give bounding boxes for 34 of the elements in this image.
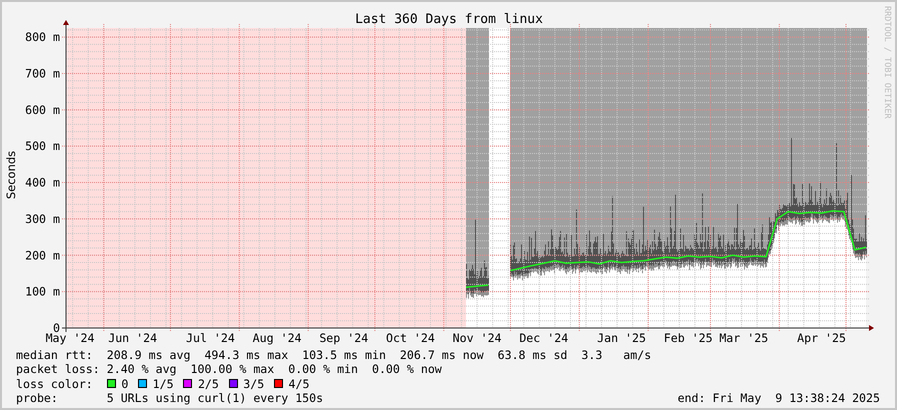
y-tick-label: 800 m <box>25 30 60 44</box>
legend-label: probe: <box>16 391 59 406</box>
legend-value: 1/5 <box>152 376 174 392</box>
legend-value: 0 <box>121 376 128 392</box>
x-tick-label: Aug '24 <box>252 331 302 345</box>
legend-label: loss color: <box>16 376 94 392</box>
legend-label: median rtt: <box>16 348 94 362</box>
legend-value: 3/5 <box>243 376 264 392</box>
legend-label: packet loss: <box>16 362 101 377</box>
x-tick-label: Apr '25 <box>797 331 846 345</box>
y-tick-label: 300 m <box>25 212 60 226</box>
chart-title: Last 360 Days from linux <box>355 12 543 27</box>
y-tick-label: 400 m <box>25 176 60 190</box>
legend-value: 2/5 <box>198 376 219 392</box>
x-tick-label: Feb '25 <box>664 331 713 345</box>
y-axis-title: Seconds <box>4 150 18 200</box>
x-tick-label: Jun '24 <box>108 331 158 345</box>
x-tick-label: Jan '25 <box>597 331 646 345</box>
legend-value: 208.9 ms avg 494.3 ms max 103.5 ms min 206.7 ms now 63.8 ms sd 3.3 am/s <box>106 348 652 362</box>
x-tick-label: Nov '24 <box>452 331 502 345</box>
legend-value: 5 URLs using curl(1) every 150s <box>106 391 324 406</box>
legend-value: 2.40 % avg 100.00 % max 0.00 % min 0.00 % now <box>106 362 442 377</box>
y-tick-label: 500 m <box>25 139 60 154</box>
y-tick-label: 200 m <box>25 248 60 262</box>
y-tick-label: 700 m <box>25 66 60 80</box>
x-tick-label: Sep '24 <box>319 331 368 345</box>
y-tick-label: 100 m <box>25 284 60 299</box>
x-tick-label: Oct '24 <box>386 331 435 345</box>
x-tick-label: Jul '24 <box>186 331 235 345</box>
y-tick-label: 600 m <box>25 102 60 117</box>
x-tick-label: Dec '24 <box>519 331 568 345</box>
x-tick-label: Mar '25 <box>719 331 768 345</box>
legend-value: 4/5 <box>288 376 310 392</box>
end-time: end: Fri May 9 13:38:24 2025 <box>678 391 881 406</box>
